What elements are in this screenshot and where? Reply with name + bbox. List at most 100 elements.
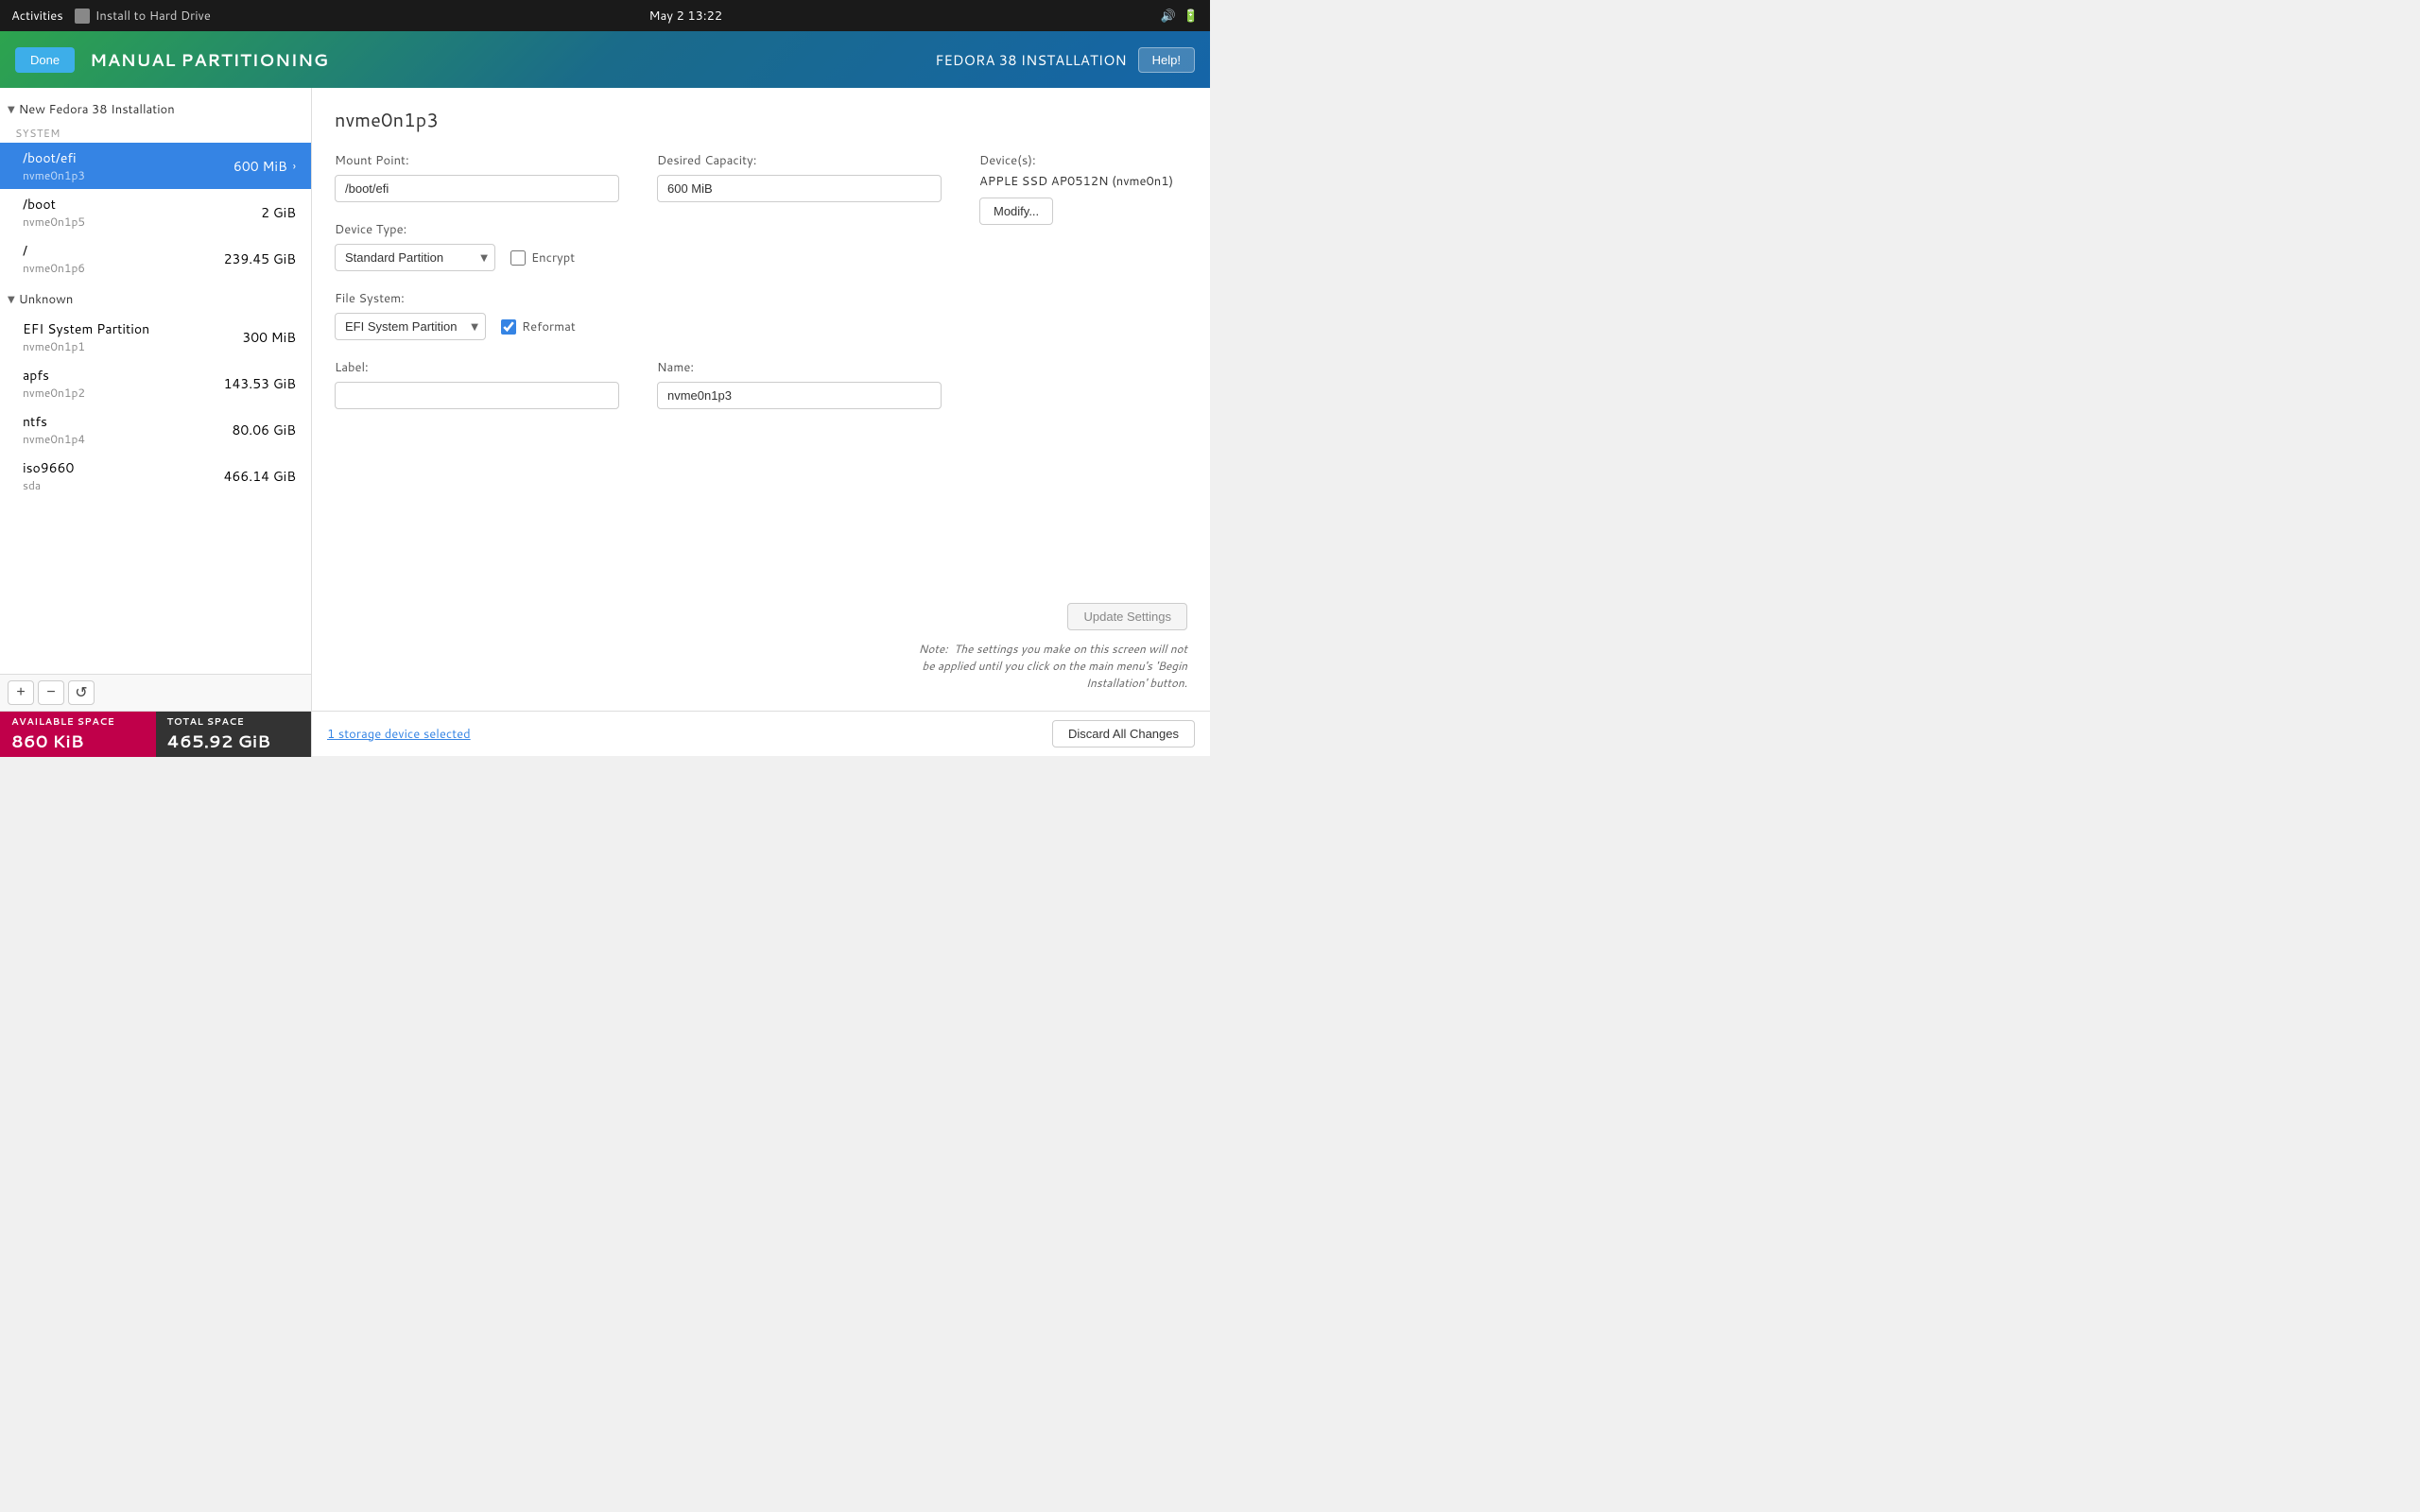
mount-point-label: Mount Point:	[335, 152, 619, 169]
partition-device-apfs: nvme0n1p2	[23, 385, 85, 401]
desired-capacity-label: Desired Capacity:	[657, 152, 942, 169]
partition-size-ntfs: 80.06 GiB	[233, 421, 296, 439]
partition-name-efi-system: EFI System Partition	[23, 319, 149, 338]
system-section-label: SYSTEM	[0, 124, 311, 143]
available-space-value: 860 KiB	[11, 729, 145, 753]
mount-point-group: Mount Point:	[335, 152, 619, 202]
app-title-label: Install to Hard Drive	[95, 8, 211, 25]
total-space-value: 465.92 GiB	[167, 729, 301, 753]
partition-item-root[interactable]: / nvme0n1p6 239.45 GiB	[0, 235, 311, 282]
mount-point-input[interactable]	[335, 175, 619, 202]
partition-item-iso9660[interactable]: iso9660 sda 466.14 GiB	[0, 453, 311, 499]
space-info: AVAILABLE SPACE 860 KiB TOTAL SPACE 465.…	[0, 712, 312, 757]
partition-device-iso9660: sda	[23, 477, 74, 493]
partition-item-ntfs[interactable]: ntfs nvme0n1p4 80.06 GiB	[0, 406, 311, 453]
detail-left-col: Mount Point: Desired Capacity: Device Ty…	[335, 152, 942, 432]
unknown-header[interactable]: ▼ Unknown	[0, 285, 311, 314]
list-toolbar: + − ↺	[0, 674, 311, 711]
mount-capacity-row: Mount Point: Desired Capacity:	[335, 152, 942, 202]
page-title: MANUAL PARTITIONING	[90, 47, 328, 72]
top-bar: Activities Install to Hard Drive May 2 1…	[0, 0, 1210, 31]
detail-right-col: Device(s): APPLE SSD AP0512N (nvme0n1) M…	[979, 152, 1187, 432]
total-space-label: TOTAL SPACE	[167, 715, 301, 729]
partition-size-iso9660: 466.14 GiB	[224, 467, 296, 486]
app-icon	[75, 9, 90, 24]
partition-item-boot[interactable]: /boot nvme0n1p5 2 GiB	[0, 189, 311, 235]
device-type-select[interactable]: Standard Partition LVM LVM Thin Provisio…	[335, 244, 495, 271]
done-button[interactable]: Done	[15, 47, 75, 73]
devices-value: APPLE SSD AP0512N (nvme0n1)	[979, 173, 1187, 190]
partition-list: ▼ New Fedora 38 Installation SYSTEM /boo…	[0, 88, 311, 674]
arrow-icon: ›	[293, 158, 296, 174]
partition-device-ntfs: nvme0n1p4	[23, 431, 85, 447]
partition-name-apfs: apfs	[23, 366, 85, 385]
partition-item-boot-efi[interactable]: /boot/efi nvme0n1p3 600 MiB ›	[0, 143, 311, 189]
devices-section: Device(s): APPLE SSD AP0512N (nvme0n1) M…	[979, 152, 1187, 225]
chevron-down-icon-2: ▼	[8, 293, 15, 306]
device-type-label: Device Type:	[335, 221, 942, 238]
add-partition-button[interactable]: +	[8, 680, 34, 705]
partition-size-efi-system: 300 MiB	[242, 328, 296, 347]
remove-partition-button[interactable]: −	[38, 680, 64, 705]
new-fedora-label: New Fedora 38 Installation	[19, 101, 175, 118]
label-input[interactable]	[335, 382, 619, 409]
device-type-section: Device Type: Standard Partition LVM LVM …	[335, 221, 942, 271]
chevron-down-icon: ▼	[8, 103, 15, 116]
partition-item-apfs[interactable]: apfs nvme0n1p2 143.53 GiB	[0, 360, 311, 406]
available-space: AVAILABLE SPACE 860 KiB	[0, 712, 156, 757]
note-text: Note: The settings you make on this scre…	[335, 641, 1187, 692]
device-type-row: Standard Partition LVM LVM Thin Provisio…	[335, 244, 942, 271]
unknown-label: Unknown	[19, 291, 74, 308]
partition-device-boot-efi: nvme0n1p3	[23, 167, 85, 183]
encrypt-label: Encrypt	[531, 249, 575, 266]
partition-name-boot: /boot	[23, 195, 85, 214]
reformat-checkbox-label[interactable]: Reformat	[501, 318, 576, 335]
label-group: Label:	[335, 359, 619, 409]
datetime: May 2 13:22	[649, 8, 722, 25]
unknown-group: ▼ Unknown EFI System Partition nvme0n1p1…	[0, 285, 311, 499]
filesystem-select[interactable]: EFI System Partition ext4 xfs btrfs swap	[335, 313, 486, 340]
filesystem-label: File System:	[335, 290, 942, 307]
filesystem-row: EFI System Partition ext4 xfs btrfs swap…	[335, 313, 942, 340]
reformat-checkbox[interactable]	[501, 319, 516, 335]
partition-size-root: 239.45 GiB	[224, 249, 296, 268]
new-fedora-header[interactable]: ▼ New Fedora 38 Installation	[0, 95, 311, 124]
device-type-select-wrapper: Standard Partition LVM LVM Thin Provisio…	[335, 244, 495, 271]
help-button[interactable]: Help!	[1138, 47, 1195, 73]
main-content: ▼ New Fedora 38 Installation SYSTEM /boo…	[0, 88, 1210, 711]
partition-name-boot-efi: /boot/efi	[23, 148, 85, 167]
update-settings-button[interactable]: Update Settings	[1067, 603, 1187, 630]
partition-name-iso9660: iso9660	[23, 458, 74, 477]
detail-columns: Mount Point: Desired Capacity: Device Ty…	[335, 152, 1187, 432]
right-panel: nvme0n1p3 Mount Point: Desired Capacity:	[312, 88, 1210, 711]
name-input[interactable]	[657, 382, 942, 409]
desired-capacity-input[interactable]	[657, 175, 942, 202]
devices-label: Device(s):	[979, 152, 1187, 169]
discard-all-changes-button[interactable]: Discard All Changes	[1052, 720, 1195, 747]
desired-capacity-group: Desired Capacity:	[657, 152, 942, 202]
partition-size-apfs: 143.53 GiB	[224, 374, 296, 393]
partition-name-ntfs: ntfs	[23, 412, 85, 431]
partition-device-root: nvme0n1p6	[23, 260, 85, 276]
available-space-label: AVAILABLE SPACE	[11, 715, 145, 729]
encrypt-checkbox-label[interactable]: Encrypt	[510, 249, 575, 266]
activities-button[interactable]: Activities	[11, 8, 63, 25]
bottom-actions: Update Settings Note: The settings you m…	[335, 584, 1187, 692]
encrypt-checkbox[interactable]	[510, 250, 526, 266]
filesystem-select-wrapper: EFI System Partition ext4 xfs btrfs swap…	[335, 313, 486, 340]
new-fedora-group: ▼ New Fedora 38 Installation SYSTEM /boo…	[0, 95, 311, 282]
detail-partition-title: nvme0n1p3	[335, 107, 1187, 133]
left-panel: ▼ New Fedora 38 Installation SYSTEM /boo…	[0, 88, 312, 711]
fedora-label: FEDORA 38 INSTALLATION	[935, 50, 1126, 70]
app-title-bar: Install to Hard Drive	[75, 8, 211, 25]
modify-button[interactable]: Modify...	[979, 198, 1053, 225]
bottom-actions-bar: 1 storage device selected Discard All Ch…	[312, 712, 1210, 756]
refresh-button[interactable]: ↺	[68, 680, 95, 705]
label-field-label: Label:	[335, 359, 619, 376]
partition-item-efi-system[interactable]: EFI System Partition nvme0n1p1 300 MiB	[0, 314, 311, 360]
header-bar: Done MANUAL PARTITIONING FEDORA 38 INSTA…	[0, 31, 1210, 88]
partition-device-boot: nvme0n1p5	[23, 214, 85, 230]
partition-name-root: /	[23, 241, 85, 260]
storage-device-link[interactable]: 1 storage device selected	[327, 726, 471, 743]
partition-device-efi-system: nvme0n1p1	[23, 338, 149, 354]
